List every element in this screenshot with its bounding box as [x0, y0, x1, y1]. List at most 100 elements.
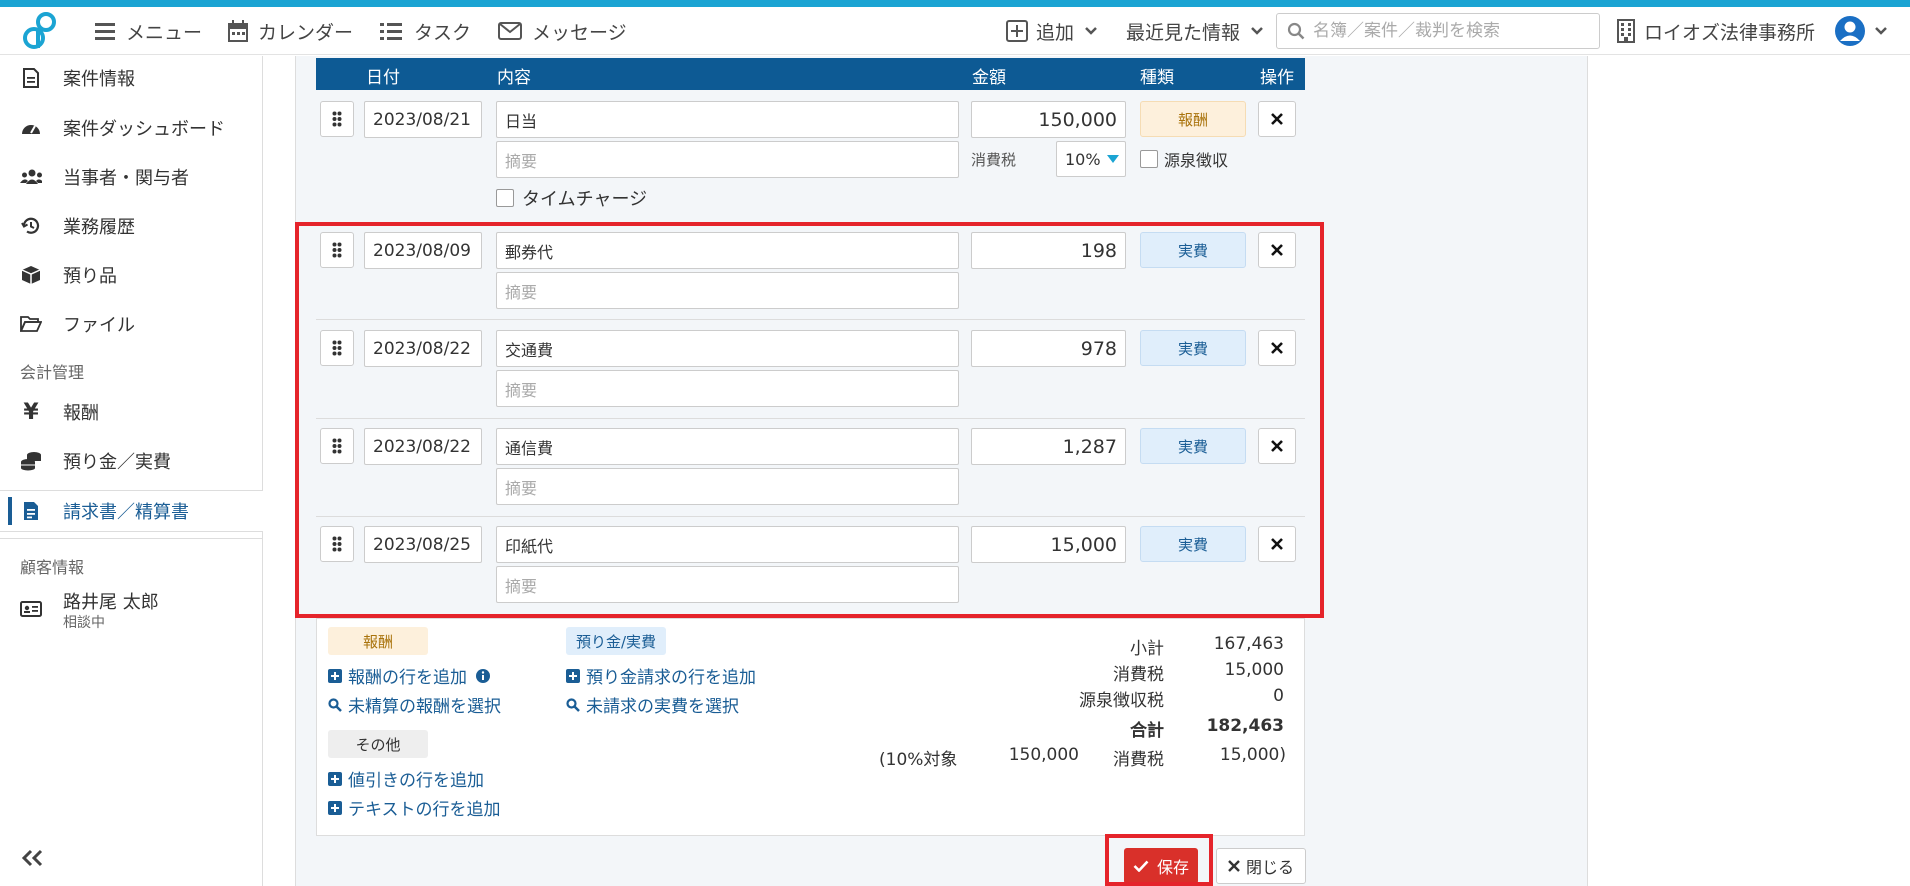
- recent-label: 最近見た情報: [1126, 21, 1241, 44]
- sidebar: 案件情報 案件ダッシュボード 当事者・関与者 業務履歴 預り品 ファイル 会計管…: [0, 56, 263, 886]
- sidebar-item-custody[interactable]: 預り品: [0, 255, 263, 295]
- sidebar-item-client[interactable]: 路井尾 太郎 相談中: [0, 584, 263, 634]
- id-card-icon: [20, 598, 42, 620]
- user-menu[interactable]: [1834, 7, 1888, 55]
- sidebar-item-label: 案件ダッシュボード: [63, 119, 225, 140]
- info-icon[interactable]: [475, 668, 491, 684]
- close-button[interactable]: 閉じる: [1216, 848, 1306, 884]
- sidebar-item-case-info[interactable]: 案件情報: [0, 58, 263, 98]
- amount-field[interactable]: 150,000: [971, 101, 1126, 138]
- search-icon: [328, 697, 342, 712]
- search-box[interactable]: [1276, 13, 1600, 49]
- withholding-checkbox[interactable]: 源泉徴収: [1140, 147, 1228, 171]
- highlight-save-button: [1105, 834, 1213, 886]
- header-date: 日付: [366, 68, 400, 88]
- timecharge-label: タイムチャージ: [522, 189, 648, 210]
- subtotal-value: 167,463: [1213, 634, 1284, 654]
- sidebar-item-files[interactable]: ファイル: [0, 304, 263, 344]
- select-unbilled-expense-link[interactable]: 未請求の実費を選択: [566, 692, 739, 717]
- yen-icon: ¥: [23, 399, 39, 425]
- add-deposit-row-label: 預り金請求の行を追加: [586, 668, 756, 688]
- message-button[interactable]: メッセージ: [498, 7, 627, 55]
- sidebar-item-label: ファイル: [63, 315, 135, 336]
- kind-badge: 報酬: [1140, 101, 1246, 137]
- checkbox-icon: [1140, 150, 1158, 168]
- document-icon: [20, 67, 42, 89]
- breakdown-base: 150,000: [1008, 745, 1079, 765]
- add-discount-row-link[interactable]: 値引きの行を追加: [328, 766, 484, 791]
- drag-handle[interactable]: [320, 101, 354, 137]
- calendar-button[interactable]: カレンダー: [228, 7, 353, 55]
- select-unsettled-fee-link[interactable]: 未精算の報酬を選択: [328, 692, 501, 717]
- task-button[interactable]: タスク: [380, 7, 471, 55]
- breakdown-tax-value: 15,000): [1219, 745, 1286, 765]
- search-icon: [1287, 22, 1305, 40]
- collapse-sidebar-button[interactable]: [20, 849, 44, 871]
- breakdown-prefix: (10%対象: [879, 750, 958, 770]
- plus-square-icon: [328, 771, 342, 786]
- invoice-icon: [20, 500, 42, 522]
- highlight-expense-rows: [295, 222, 1324, 618]
- plus-square-icon: [328, 800, 342, 815]
- office-selector[interactable]: ロイオズ法律事務所: [1616, 7, 1815, 55]
- sidebar-item-deposits[interactable]: 預り金／実費: [0, 441, 263, 481]
- sidebar-item-label: 預り金／実費: [63, 452, 171, 473]
- sidebar-item-label: 案件情報: [63, 69, 135, 90]
- content-field[interactable]: 日当: [496, 101, 959, 138]
- timecharge-checkbox[interactable]: タイムチャージ: [496, 185, 647, 211]
- sidebar-item-history[interactable]: 業務履歴: [0, 206, 263, 246]
- chevron-down-icon: [1251, 27, 1263, 35]
- add-text-row-link[interactable]: テキストの行を追加: [328, 795, 501, 820]
- folder-icon: [20, 313, 42, 335]
- section-client: 顧客情報: [20, 558, 85, 577]
- header-operation: 操作: [1260, 68, 1294, 88]
- table-row: 2023/08/21 日当 摘要 タイムチャージ 150,000 消費税 10%…: [316, 101, 1305, 221]
- add-discount-row-label: 値引きの行を追加: [348, 771, 484, 791]
- sidebar-item-fees[interactable]: ¥ 報酬: [0, 392, 263, 432]
- envelope-icon: [498, 22, 522, 40]
- close-label: 閉じる: [1245, 858, 1294, 877]
- header-kind: 種類: [1140, 68, 1174, 88]
- menu-button[interactable]: メニュー: [94, 7, 202, 55]
- message-label: メッセージ: [532, 21, 627, 44]
- tag-deposit: 預り金/実費: [566, 627, 666, 655]
- double-chevron-left-icon: [21, 849, 43, 867]
- memo-field[interactable]: 摘要: [496, 141, 959, 178]
- box-icon: [20, 264, 42, 286]
- sidebar-item-dashboard[interactable]: 案件ダッシュボード: [0, 108, 263, 148]
- add-fee-row-link[interactable]: 報酬の行を追加: [328, 663, 497, 688]
- sidebar-item-parties[interactable]: 当事者・関与者: [0, 157, 263, 197]
- add-label: 追加: [1036, 21, 1075, 44]
- items-table-header: 日付 内容 金額 種類 操作: [316, 58, 1305, 90]
- office-label: ロイオズ法律事務所: [1644, 21, 1816, 44]
- plus-square-icon: [328, 668, 342, 683]
- calendar-icon: [228, 20, 248, 42]
- chevron-down-icon: [1875, 27, 1887, 35]
- select-unsettled-fee-label: 未精算の報酬を選択: [348, 697, 501, 717]
- chevron-down-icon: [1085, 27, 1097, 35]
- sidebar-item-label: 預り品: [63, 266, 117, 287]
- total-value: 182,463: [1206, 716, 1284, 736]
- user-avatar-icon: [1835, 16, 1865, 46]
- delete-row-button[interactable]: [1258, 101, 1296, 137]
- withholding-label: 源泉徴収税: [1079, 691, 1164, 711]
- close-icon: [1228, 860, 1240, 872]
- add-button[interactable]: 追加: [1006, 7, 1098, 55]
- grip-icon: [332, 111, 342, 127]
- header-content: 内容: [497, 68, 531, 88]
- tax-value: 15,000: [1224, 660, 1284, 680]
- tax-rate-select[interactable]: 10%: [1056, 141, 1126, 177]
- tag-fee: 報酬: [328, 627, 428, 655]
- recent-button[interactable]: 最近見た情報: [1126, 7, 1264, 55]
- withholding-label: 源泉徴収: [1164, 151, 1229, 170]
- date-field[interactable]: 2023/08/21: [364, 101, 482, 138]
- close-icon: [1271, 113, 1283, 125]
- tax-rate-value: 10%: [1065, 149, 1101, 169]
- sidebar-item-invoices[interactable]: 請求書／精算書: [0, 490, 263, 532]
- add-text-row-label: テキストの行を追加: [348, 800, 501, 820]
- select-unbilled-expense-label: 未請求の実費を選択: [586, 697, 739, 717]
- search-input[interactable]: [1313, 21, 1593, 41]
- add-deposit-row-link[interactable]: 預り金請求の行を追加: [566, 663, 756, 688]
- app-logo[interactable]: [18, 7, 60, 55]
- sidebar-item-label: 業務履歴: [63, 217, 135, 238]
